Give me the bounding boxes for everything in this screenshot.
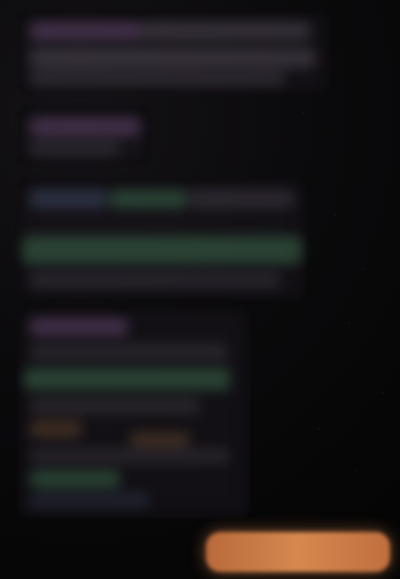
lower-title <box>30 318 128 336</box>
background-speck <box>318 428 320 430</box>
section-subtitle <box>30 140 120 156</box>
lower-line-7 <box>30 470 120 488</box>
message-line-4 <box>30 70 285 86</box>
content-line-2 <box>110 190 188 208</box>
lower-line-4 <box>30 420 82 438</box>
section-title <box>30 118 140 136</box>
message-line-1 <box>30 22 142 40</box>
content-line-1 <box>30 190 108 208</box>
content-line-4 <box>22 236 302 264</box>
background-speck <box>362 268 364 270</box>
background-speck <box>382 392 384 394</box>
lower-line-1 <box>30 344 228 360</box>
lower-line-3 <box>30 398 200 414</box>
primary-action-button[interactable] <box>206 532 390 572</box>
background-speck <box>348 322 350 324</box>
lower-line-5 <box>130 432 190 448</box>
background-speck <box>302 112 304 114</box>
background-speck <box>334 214 336 216</box>
message-line-3 <box>30 48 315 68</box>
screen <box>0 0 400 579</box>
background-speck <box>356 470 358 472</box>
lower-line-6 <box>30 448 230 464</box>
content-line-5 <box>30 272 280 288</box>
lower-line-2 <box>24 368 230 390</box>
lower-line-8 <box>30 492 150 508</box>
content-line-3 <box>190 190 294 208</box>
primary-action-label <box>206 532 390 572</box>
message-line-2 <box>140 22 310 40</box>
